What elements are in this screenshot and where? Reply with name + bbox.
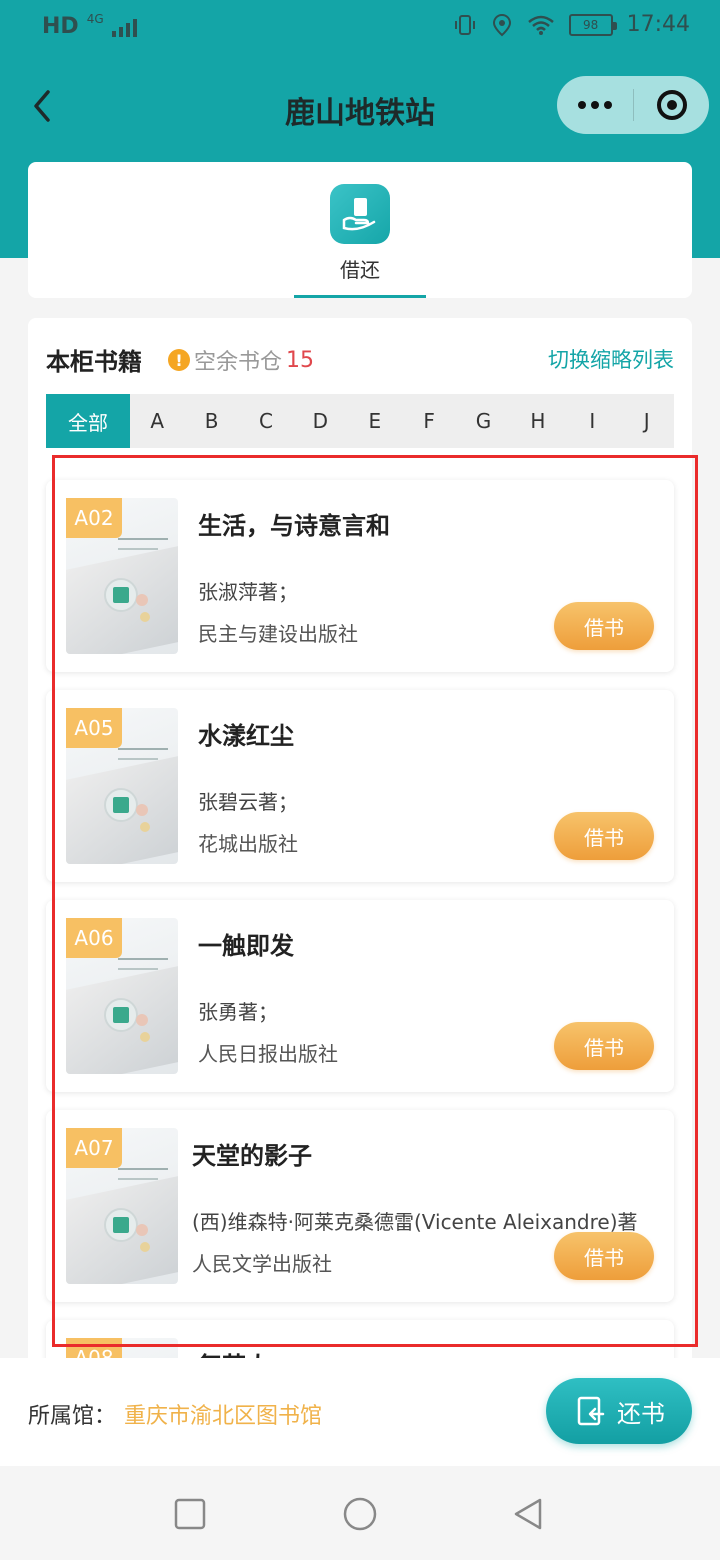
circle-icon [343,1497,377,1531]
clock: 17:44 [626,12,690,37]
book-publisher: 人民日报出版社 [198,1042,338,1066]
miniprogram-capsule [557,76,709,134]
network-type: 4G [86,11,104,26]
wifi-icon [527,15,554,35]
triangle-back-icon [514,1498,542,1530]
tab-borrow-return[interactable]: 借还 [294,162,426,298]
square-icon [174,1498,206,1530]
system-nav-bar [0,1466,720,1560]
book-title: 生活，与诗意言和 [198,512,390,540]
tab-letter-g[interactable]: G [456,394,510,448]
book-card[interactable]: A07 天堂的影子 (西)维森特·阿莱克桑德雷(Vicente Aleixand… [46,1110,674,1302]
function-tab-card: 借还 [28,162,692,298]
more-dots-icon [578,101,586,109]
slot-badge: A06 [66,918,122,958]
empty-slots-label: 空余书仓 [194,350,283,375]
tab-letter-a[interactable]: A [130,394,184,448]
hd-indicator: HD [42,14,79,39]
alphabet-filter-tabs: 全部 A B C D E F G H I J [46,394,674,448]
switch-list-view-link[interactable]: 切换缩略列表 [548,344,674,374]
panel-header: 本柜书籍 ! 空余书仓 15 切换缩略列表 [28,318,692,394]
slot-badge: A05 [66,708,122,748]
recent-apps-button[interactable] [170,1494,210,1534]
target-icon [656,90,687,120]
close-miniprogram-button[interactable] [634,76,709,134]
empty-slots-count: 15 [286,347,315,373]
slot-badge: A02 [66,498,122,538]
tab-letter-c[interactable]: C [239,394,293,448]
book-author: 张勇著； [198,1000,278,1024]
tab-all[interactable]: 全部 [46,394,130,448]
cabinet-books-panel: 本柜书籍 ! 空余书仓 15 切换缩略列表 全部 A B C D E F G H… [28,318,692,1378]
tab-letter-j[interactable]: J [620,394,674,448]
book-author: 张淑萍著； [198,580,298,604]
tab-letter-d[interactable]: D [293,394,347,448]
return-icon [577,1396,605,1426]
book-title: 一触即发 [198,932,294,960]
vibrate-icon [454,14,475,35]
battery-icon: 98 [568,13,617,36]
return-label: 还书 [617,1399,665,1428]
tab-letter-f[interactable]: F [402,394,456,448]
book-title: 水漾红尘 [198,722,294,750]
book-publisher: 民主与建设出版社 [198,622,358,646]
book-publisher: 花城出版社 [198,832,298,856]
more-button[interactable] [557,76,633,134]
tab-letter-b[interactable]: B [184,394,238,448]
tab-active-indicator [294,295,426,298]
book-card[interactable]: A05 水漾红尘 张碧云著； 花城出版社 借书 [46,690,674,882]
return-book-button[interactable]: 还书 [546,1378,692,1444]
book-card[interactable]: A06 一触即发 张勇著； 人民日报出版社 借书 [46,900,674,1092]
borrow-button[interactable]: 借书 [554,1022,654,1070]
tab-letter-h[interactable]: H [511,394,565,448]
home-button[interactable] [340,1494,380,1534]
borrow-button[interactable]: 借书 [554,1232,654,1280]
warning-icon: ! [168,349,190,371]
tab-letter-i[interactable]: I [565,394,619,448]
library-name[interactable]: 重庆市渝北区图书馆 [124,1398,322,1430]
slot-badge: A07 [66,1128,122,1168]
hand-book-icon [330,184,390,244]
battery-level: 98 [582,17,599,32]
empty-slots-info: ! 空余书仓 15 [168,344,314,376]
book-author: 张碧云著； [198,790,298,814]
signal-icon [111,17,137,37]
tab-letter-e[interactable]: E [348,394,402,448]
bottom-bar: 所属馆： 重庆市渝北区图书馆 还书 [0,1358,720,1466]
tab-label: 借还 [340,258,380,282]
system-back-button[interactable] [508,1494,548,1534]
book-publisher: 人民文学出版社 [192,1252,332,1276]
panel-title: 本柜书籍 [46,348,142,376]
borrow-button[interactable]: 借书 [554,602,654,650]
location-icon [492,13,511,36]
book-card[interactable]: A02 生活，与诗意言和 张淑萍著； 民主与建设出版社 借书 [46,480,674,672]
nav-bar: 鹿山地铁站 [0,60,720,152]
book-author: (西)维森特·阿莱克桑德雷(Vicente Aleixandre)著 [192,1210,638,1234]
status-bar: HD 4G 98 17:44 [0,0,720,60]
book-title: 天堂的影子 [192,1142,312,1170]
library-label: 所属馆： [28,1404,117,1429]
borrow-button[interactable]: 借书 [554,812,654,860]
